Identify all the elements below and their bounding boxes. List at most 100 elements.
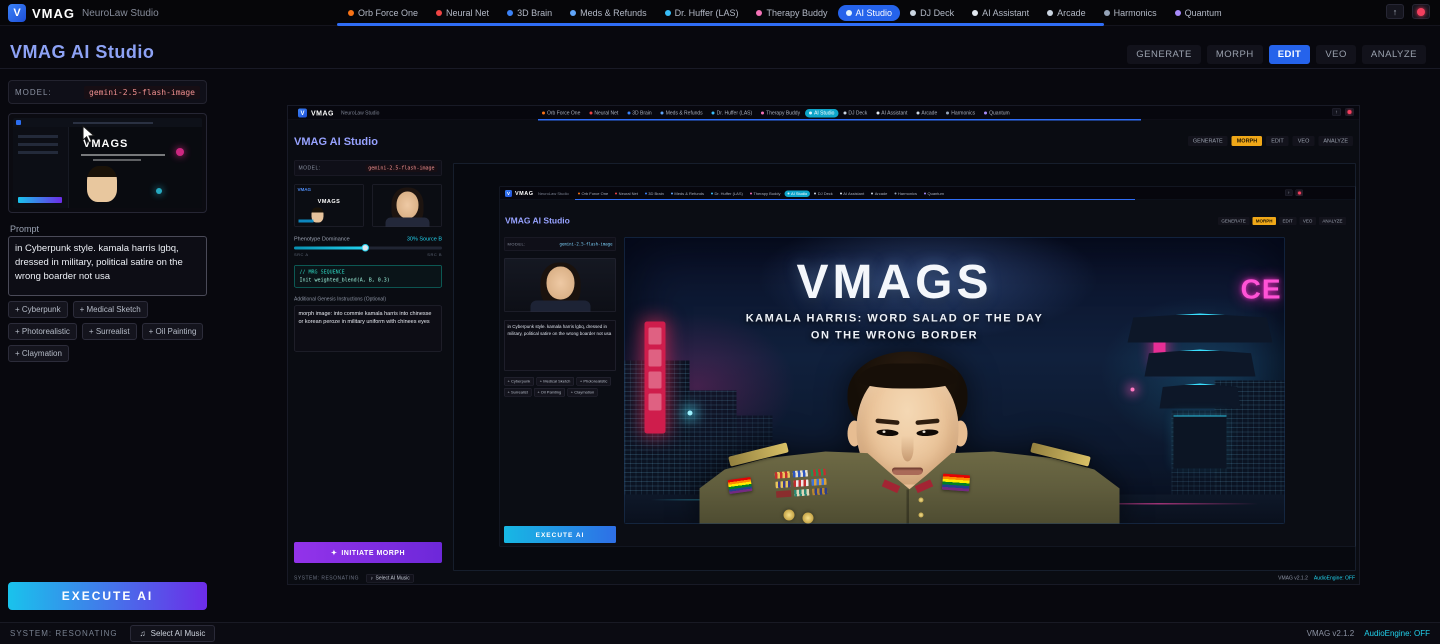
nav-item-icon xyxy=(756,10,763,16)
l2-style-chip: + Oil Painting xyxy=(533,388,565,397)
execute-ai-button[interactable]: EXECUTE AI xyxy=(8,582,207,610)
nav-item-icon xyxy=(910,10,917,16)
nav-item-label: Quantum xyxy=(1184,8,1222,18)
nav-item[interactable]: AI Assistant xyxy=(964,5,1037,21)
style-chip[interactable]: + Photorealistic xyxy=(8,323,77,340)
page-title: VMAG AI Studio xyxy=(10,42,155,62)
l1-nav-item: AI Assistant xyxy=(872,109,911,118)
l1-slider-ends: SRC A SRC B xyxy=(294,253,442,258)
nav-item-label: Arcade xyxy=(1057,8,1086,18)
l1-music-note-icon: ♪ xyxy=(370,575,374,582)
l1-result-viewport: V VMAG NeuroLaw Studio Orb Force One Neu… xyxy=(453,163,1356,571)
l1-instructions-input: morph image: into commie kamala harris i… xyxy=(294,305,442,352)
l2-nav-item: Therapy Buddy xyxy=(747,190,784,197)
nav-item-icon xyxy=(436,10,443,16)
l1-nav-item-label: AI Studio xyxy=(814,110,835,116)
generated-artwork: CE VMAGS KAMALA HARRIS: WORD SALAD OF TH… xyxy=(624,237,1285,524)
model-selector[interactable]: MODEL: gemini-2.5-flash-image xyxy=(8,80,207,104)
l2-nav-item-label: Dr. Huffer (LAS) xyxy=(714,191,743,196)
l1-phenotype-slider xyxy=(294,244,442,252)
l1-portrait-suit xyxy=(385,217,430,227)
l2-nav-item-icon xyxy=(814,192,817,195)
nav-item[interactable]: Harmonics xyxy=(1096,5,1165,21)
l2-style-chip-label: + Claymation xyxy=(570,390,595,395)
nav-item[interactable]: Neural Net xyxy=(428,5,497,21)
nav-item-icon xyxy=(1174,10,1181,16)
audio-engine-status: AudioEngine: OFF xyxy=(1364,629,1430,638)
l1-nav-item-icon xyxy=(946,111,950,115)
l1-nav-item: Orb Force One xyxy=(538,109,584,118)
l2-nav-item-icon xyxy=(871,192,874,195)
prompt-input[interactable]: in Cyberpunk style. kamala harris lgbq, … xyxy=(8,236,207,296)
l1-nav-item-label: Harmonics xyxy=(951,110,976,116)
record-indicator-button[interactable] xyxy=(1412,4,1430,19)
l2-nav-item-label: Orb Force One xyxy=(581,191,609,196)
source-image-panel[interactable]: VMAGS xyxy=(8,113,207,213)
medal-ribbons xyxy=(774,468,828,498)
mode-tab[interactable]: MORPH xyxy=(1206,45,1263,64)
mode-tab[interactable]: ANALYZE xyxy=(1361,45,1426,64)
nav-item-label: Therapy Buddy xyxy=(766,8,828,18)
scroll-up-button[interactable]: ↑ xyxy=(1386,4,1404,19)
l1-nav-item-label: Dr. Huffer (LAS) xyxy=(716,110,753,116)
app-window: V VMAG NeuroLaw Studio Orb Force One Neu… xyxy=(0,0,1440,644)
select-music-button[interactable]: ♫ Select AI Music xyxy=(129,625,216,642)
l2-style-chips: + Cyberpunk + Medical Sketch + Photoreal… xyxy=(504,377,616,397)
l1-nav-item: AI Studio xyxy=(805,108,839,118)
style-chip-label: + Surrealist xyxy=(88,327,130,336)
l1-nav-item: Quantum xyxy=(980,109,1014,118)
l2-style-chip: + Claymation xyxy=(567,388,598,397)
style-chip[interactable]: + Oil Painting xyxy=(141,323,204,340)
style-chip[interactable]: + Claymation xyxy=(8,345,69,362)
l2-nav-item-label: Harmonics xyxy=(897,191,917,196)
l2-record-indicator xyxy=(1295,189,1303,196)
nav-item[interactable]: Meds & Refunds xyxy=(562,5,655,21)
nav-item[interactable]: Arcade xyxy=(1039,5,1094,21)
l1-thumb-strip xyxy=(298,219,314,223)
figure-mouth xyxy=(892,467,923,475)
nav-scrollbar-thumb[interactable] xyxy=(337,23,1104,26)
style-chip[interactable]: + Cyberpunk xyxy=(8,301,68,318)
nav-item[interactable]: Dr. Huffer (LAS) xyxy=(657,5,747,21)
l1-model-label: MODEL: xyxy=(298,165,321,171)
nav-item-label: Dr. Huffer (LAS) xyxy=(674,8,739,18)
mode-tab[interactable]: VEO xyxy=(1316,45,1356,64)
nav-item[interactable]: Therapy Buddy xyxy=(748,5,835,21)
version-label: VMAG v2.1.2 xyxy=(1306,629,1355,638)
nested-screenshot-level1: V VMAG NeuroLaw Studio Orb Force One Neu… xyxy=(287,105,1360,585)
pagoda-base xyxy=(1173,415,1227,469)
nav-item[interactable]: DJ Deck xyxy=(902,5,962,21)
neon-sign-text: CE xyxy=(1240,273,1282,305)
l1-instructions-label: Additional Genesis Instructions (Optiona… xyxy=(294,296,386,303)
style-chip[interactable]: + Medical Sketch xyxy=(72,301,148,318)
mode-tab[interactable]: GENERATE xyxy=(1127,45,1201,64)
l2-nav-item-icon xyxy=(924,192,926,195)
l2-source-thumbnail xyxy=(504,258,616,312)
artwork-subtitle-line2: ON THE WRONG BORDER xyxy=(810,328,979,342)
l1-nav-item-label: AI Assistant xyxy=(881,110,908,116)
pagoda-tier xyxy=(1159,383,1241,409)
pink-street-lamp xyxy=(1130,387,1135,392)
nav-item-icon xyxy=(1103,10,1110,16)
l1-nav-item-label: Orb Force One xyxy=(547,110,581,116)
style-chip[interactable]: + Surrealist xyxy=(81,323,137,340)
nav-item[interactable]: 3D Brain xyxy=(499,5,560,21)
l1-mode-tab: ANALYZE xyxy=(1318,136,1353,146)
l1-nav-item-icon xyxy=(761,111,765,115)
nav-item[interactable]: Quantum xyxy=(1167,5,1230,21)
nav-item[interactable]: AI Studio xyxy=(837,5,901,21)
l2-mode-tab: EDIT xyxy=(1279,217,1297,225)
l2-mode-tab-label: EDIT xyxy=(1282,218,1293,224)
figure-nose xyxy=(901,435,914,462)
brand-subtitle: NeuroLaw Studio xyxy=(82,8,159,19)
l1-nav-item-label: Neural Net xyxy=(594,110,619,116)
music-note-icon: ♫ xyxy=(139,629,146,638)
l2-nav-item: AI Studio xyxy=(784,190,811,197)
l1-mode-tab-label: EDIT xyxy=(1271,138,1284,144)
app-logo-icon[interactable]: V xyxy=(8,4,26,22)
mode-tab[interactable]: EDIT xyxy=(1268,45,1311,64)
nav-item[interactable]: Orb Force One xyxy=(340,5,426,21)
system-status: SYSTEM: RESONATING xyxy=(10,629,118,638)
l2-nav-item-label: DJ Deck xyxy=(817,191,833,196)
style-chips: + Cyberpunk + Medical Sketch + Photoreal… xyxy=(8,301,213,362)
